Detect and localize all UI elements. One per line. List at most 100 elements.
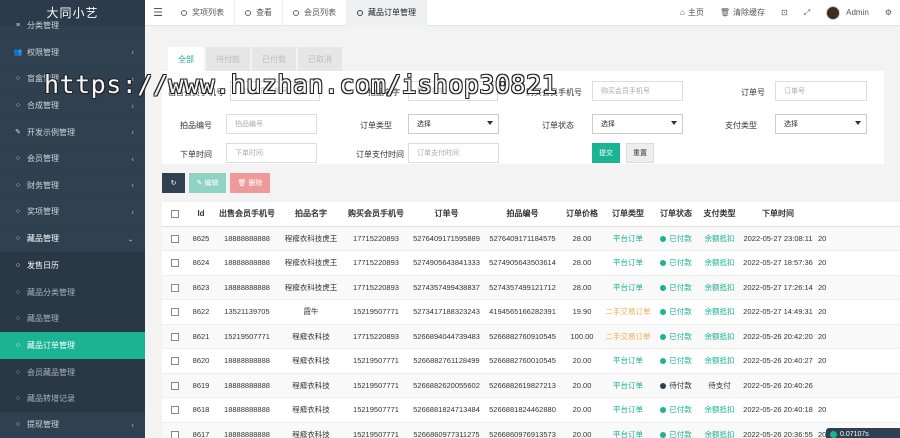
row-select-cell[interactable] <box>162 226 187 251</box>
order-no-input[interactable]: 订单号 <box>775 81 867 101</box>
item-name-input[interactable]: 拍品名字 <box>408 81 498 101</box>
cell-buyer-phone: 17715220893 <box>343 226 409 251</box>
sidebar-subitem[interactable]: ○ 发售日历 <box>0 252 145 279</box>
table-row[interactable]: 8625 18888888888 程瘊衣科技虎王 17715220893 5276409… <box>162 226 900 251</box>
row-checkbox[interactable] <box>170 381 179 390</box>
cell-item-name: 霞牛 <box>279 299 343 325</box>
table-row[interactable]: 8618 18888888888 程瘊衣科技 15219507771 526688182… <box>162 397 900 423</box>
reset-button[interactable]: 重置 <box>626 143 654 163</box>
row-checkbox[interactable] <box>170 430 179 438</box>
row-select-cell[interactable] <box>162 348 187 374</box>
sidebar-subitem[interactable]: ○ 藏品转增记录 <box>0 385 145 412</box>
order-status-select[interactable]: 选择 <box>592 114 683 134</box>
pay-type-select[interactable]: 选择 <box>775 114 867 134</box>
edit-button[interactable]: ✎ 编辑 <box>189 173 226 193</box>
row-select-cell[interactable] <box>162 373 187 398</box>
menu-toggle-icon[interactable]: ☰ <box>145 6 171 19</box>
cell-order-type: 二手交易订单 <box>603 299 653 325</box>
sidebar-item[interactable]: ○ 提现管理 ‹ <box>0 412 145 438</box>
sidebar-item[interactable]: ≡ 分类管理 <box>0 13 145 40</box>
cell-buyer-phone: 15219507771 <box>343 373 409 398</box>
table-row[interactable]: 8619 18888888888 程瘊衣科技 15219507771 526688262… <box>162 373 900 398</box>
sidebar-subitem[interactable]: ○ 藏品管理 <box>0 306 145 333</box>
chevron-icon: ‹ <box>131 207 134 217</box>
user-menu[interactable]: Admin <box>818 5 877 20</box>
seller-phone-input[interactable]: 出售会员手机号 <box>230 81 320 101</box>
status-tab[interactable]: 全部 <box>168 47 204 71</box>
pay-time-input[interactable]: 订单支付时间 <box>408 143 499 163</box>
page-tab-label: 藏品订单管理 <box>368 8 416 17</box>
buyer-phone-input[interactable]: 购买会员手机号 <box>592 81 683 101</box>
row-select-cell[interactable] <box>162 275 187 300</box>
item-no-input[interactable]: 拍品编号 <box>226 114 317 134</box>
settings-button[interactable]: ⚙ <box>877 8 900 17</box>
order-type-select[interactable]: 选择 <box>408 114 499 134</box>
sidebar-item[interactable]: ✎ 开发示例管理 ‹ <box>0 119 145 146</box>
cell-price: 20.00 <box>561 397 603 423</box>
order-time-input[interactable]: 下单时间 <box>226 143 317 163</box>
select-all-header[interactable] <box>162 202 187 227</box>
sidebar-item[interactable]: ○ 藏品管理 ⌄ <box>0 226 145 253</box>
status-tab[interactable]: 已取消 <box>298 47 342 71</box>
submit-button[interactable]: 提交 <box>592 143 620 163</box>
sidebar-item-label: 提现管理 <box>27 420 59 430</box>
row-checkbox[interactable] <box>170 234 179 243</box>
cell-order-time: 2022-05-26 20:40:26 <box>740 373 816 398</box>
sidebar-subitem[interactable]: ○ 藏品分类管理 <box>0 279 145 306</box>
table-row[interactable]: 8624 18888888888 程瘊衣科技虎王 17715220893 5274905… <box>162 250 900 276</box>
sidebar-item[interactable]: 👥 权限管理 ‹ <box>0 40 145 67</box>
cell-item-name: 程瘊衣科技虎王 <box>279 250 343 276</box>
cell-order-time: 2022-05-26 20:40:27 <box>740 348 816 374</box>
table-row[interactable]: 8623 18888888888 程瘊衣科技虎王 17715220893 5274357… <box>162 275 900 300</box>
page-tab[interactable]: 藏品订单管理 <box>347 0 427 26</box>
row-checkbox[interactable] <box>170 283 179 292</box>
table-row[interactable]: 8617 18888888888 程瘊衣科技 15219507771 526686097… <box>162 422 900 438</box>
table-row[interactable]: 8621 15219507771 程瘊衣科技 17715220893 526689404… <box>162 324 900 349</box>
cell-order-time: 2022-05-27 14:49:31 <box>740 299 816 325</box>
row-checkbox[interactable] <box>170 406 179 415</box>
status-tab[interactable]: 已付款 <box>252 47 296 71</box>
sidebar-item[interactable]: ○ 会员管理 ‹ <box>0 146 145 173</box>
sidebar-subitem[interactable]: ○ 会员藏品管理 <box>0 359 145 386</box>
circle-icon: ○ <box>15 102 21 110</box>
select-all-checkbox[interactable] <box>170 210 179 219</box>
refresh-button[interactable]: ↻ <box>162 173 185 193</box>
page-tab[interactable]: 查看 <box>235 0 283 26</box>
pay-type-value: 选择 <box>784 121 798 128</box>
row-select-cell[interactable] <box>162 324 187 349</box>
order-time-label: 下单时间 <box>180 150 212 159</box>
table-row[interactable]: 8620 18888888888 程瘊衣科技 15219507771 526688276… <box>162 348 900 374</box>
row-select-cell[interactable] <box>162 250 187 276</box>
buyer-phone-label: 购买会员手机号 <box>526 88 582 97</box>
delete-button[interactable]: 🗑 删除 <box>230 173 270 193</box>
sidebar-item[interactable]: ○ 财务管理 ‹ <box>0 173 145 200</box>
status-tabs: 全部 待付款 已付款 已取消 <box>162 39 884 71</box>
cell-item-no: 5266882619827213 <box>484 373 561 398</box>
sidebar-item[interactable]: ○ 盲盒管理 ‹ <box>0 66 145 93</box>
home-link[interactable]: ⌂ 主页 <box>672 7 712 18</box>
row-select-cell[interactable] <box>162 299 187 325</box>
clear-cache-button[interactable]: 🗑 清除缓存 <box>712 7 773 18</box>
sidebar-subitem-label: 藏品订单管理 <box>27 340 75 350</box>
row-checkbox[interactable] <box>170 357 179 366</box>
page-tab[interactable]: 会员列表 <box>283 0 347 26</box>
row-select-cell[interactable] <box>162 397 187 423</box>
status-dot-icon <box>660 235 667 242</box>
table-row[interactable]: 8622 13521139705 霞牛 15219507771 527341718832… <box>162 299 900 325</box>
circle-icon: ○ <box>15 262 21 270</box>
sidebar-subitem[interactable]: ○ 藏品订单管理 <box>0 332 145 359</box>
status-text: 已付款 <box>669 331 692 341</box>
row-select-cell[interactable] <box>162 422 187 438</box>
status-tab[interactable]: 待付款 <box>206 47 250 71</box>
debug-badge[interactable]: 0.07107s <box>826 428 900 438</box>
sidebar-item[interactable]: ○ 奖项管理 ‹ <box>0 199 145 226</box>
circle-icon: ○ <box>15 421 21 429</box>
fullscreen-button[interactable]: ⤢ <box>796 8 818 18</box>
home-icon: ⌂ <box>680 8 685 17</box>
page-tab[interactable]: 奖项列表 <box>171 0 235 26</box>
row-checkbox[interactable] <box>170 259 179 268</box>
sidebar-item[interactable]: ○ 合成管理 ‹ <box>0 93 145 120</box>
lock-screen-button[interactable]: ⊡ <box>773 8 796 17</box>
row-checkbox[interactable] <box>170 332 179 341</box>
row-checkbox[interactable] <box>170 308 179 317</box>
